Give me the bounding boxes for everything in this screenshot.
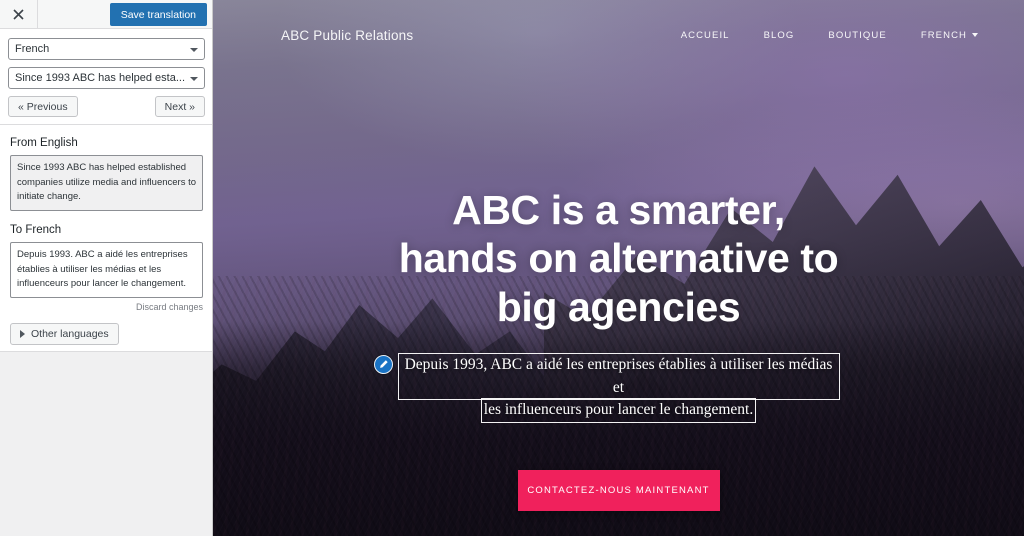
hero-headline-line-2: hands on alternative to	[398, 235, 839, 282]
chevron-down-icon	[972, 33, 978, 37]
site-brand[interactable]: ABC Public Relations	[281, 28, 413, 43]
translation-sidebar: Save translation French Since 1993 ABC h…	[0, 0, 213, 536]
main-navigation: ACCUEIL BLOG BOUTIQUE FRENCH	[681, 30, 978, 41]
hero-headline-line-1: ABC is a smarter,	[452, 187, 785, 233]
string-select-value: Since 1993 ABC has helped esta...	[15, 72, 186, 84]
to-label: To French	[10, 224, 62, 236]
cta-button[interactable]: CONTACTEZ-NOUS MAINTENANT	[517, 469, 720, 511]
hero-subtitle[interactable]: Depuis 1993, ABC a aidé les entreprises …	[397, 353, 840, 423]
hero-subtitle-wrapper: Depuis 1993, ABC a aidé les entreprises …	[373, 353, 840, 423]
next-button[interactable]: Next »	[154, 96, 205, 117]
previous-button[interactable]: « Previous	[8, 96, 78, 117]
hero-headline-line-3: big agencies	[496, 283, 741, 330]
nav-item-boutique[interactable]: BOUTIQUE	[828, 30, 886, 41]
other-languages-toggle[interactable]: Other languages	[10, 323, 119, 345]
triangle-right-icon	[20, 330, 25, 338]
hero-subtitle-line-2: les influenceurs pour lancer le changeme…	[480, 398, 757, 423]
sidebar-header: Save translation	[0, 0, 212, 29]
screen: Save translation French Since 1993 ABC h…	[0, 0, 1024, 536]
language-select-value: French	[15, 43, 50, 55]
close-icon[interactable]	[0, 0, 38, 28]
source-text-area[interactable]	[10, 155, 203, 211]
nav-item-accueil[interactable]: ACCUEIL	[681, 30, 730, 41]
hero-section: ABC is a smarter, hands on alternative t…	[213, 0, 1024, 536]
save-translation-button[interactable]: Save translation	[109, 3, 207, 26]
site-header: ABC Public Relations ACCUEIL BLOG BOUTIQ…	[213, 0, 1024, 70]
pagination-row: « Previous Next »	[8, 96, 205, 117]
other-languages-label: Other languages	[31, 328, 109, 340]
hero-subtitle-line-1: Depuis 1993, ABC a aidé les entreprises …	[397, 353, 840, 401]
string-select[interactable]: Since 1993 ABC has helped esta...	[8, 67, 205, 89]
edit-pencil-icon[interactable]	[373, 355, 393, 375]
target-text-area[interactable]	[10, 242, 203, 298]
sidebar-translation-form: From English To French Discard changes O…	[0, 125, 212, 352]
from-label: From English	[10, 137, 78, 149]
discard-changes-link[interactable]: Discard changes	[10, 302, 203, 312]
chevron-down-icon	[190, 76, 198, 81]
site-preview: ABC Public Relations ACCUEIL BLOG BOUTIQ…	[213, 0, 1024, 536]
sidebar-controls: French Since 1993 ABC has helped esta...…	[0, 29, 212, 125]
language-switcher-label: FRENCH	[920, 29, 967, 41]
chevron-down-icon	[190, 47, 198, 52]
nav-item-language-switcher[interactable]: FRENCH	[921, 30, 978, 41]
language-select[interactable]: French	[8, 38, 205, 60]
nav-item-blog[interactable]: BLOG	[764, 30, 795, 41]
hero-headline: ABC is a smarter, hands on alternative t…	[399, 186, 839, 331]
